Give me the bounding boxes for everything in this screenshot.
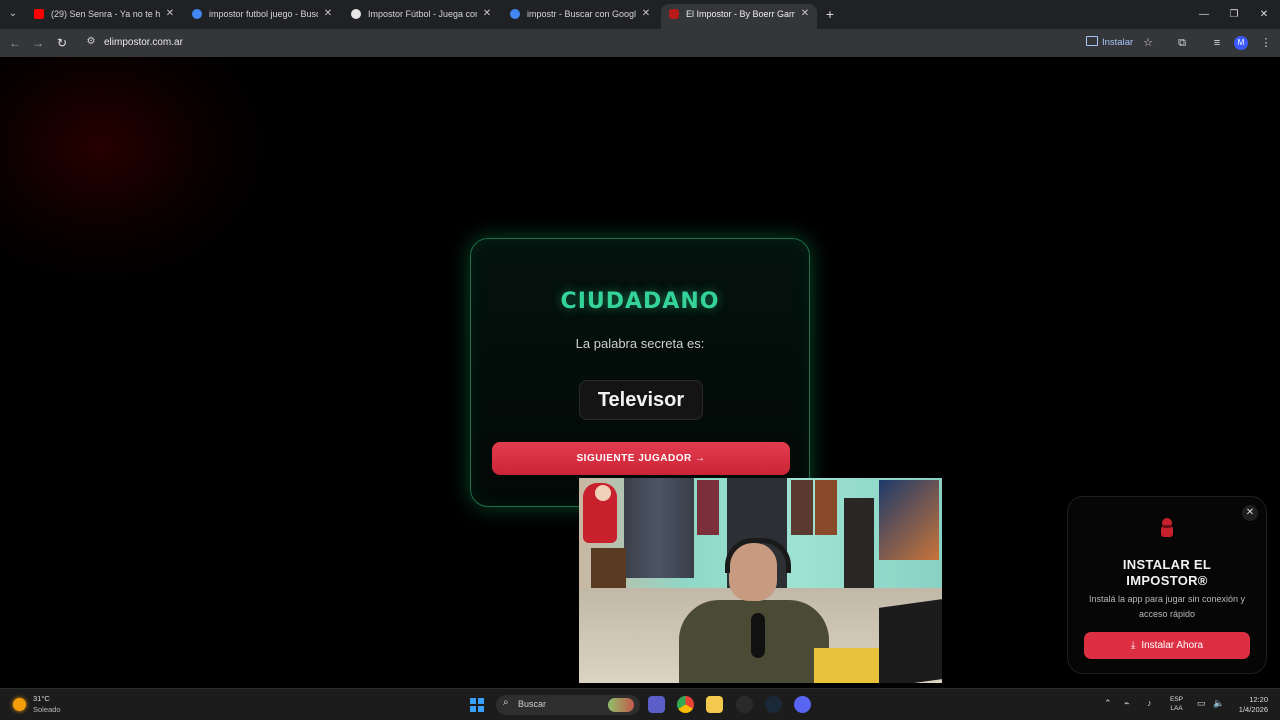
teams-icon[interactable] (648, 696, 665, 713)
taskbar-search[interactable]: ⌕ Buscar (496, 695, 640, 715)
close-tab-icon[interactable]: ✕ (640, 4, 652, 24)
weather-temperature[interactable]: 31°C (33, 694, 50, 703)
webcam-overlay (579, 478, 942, 683)
chrome-icon[interactable] (677, 696, 694, 713)
tab-el-impostor[interactable]: El Impostor - By Boerr Games ✕ (661, 4, 817, 29)
tab-title: El Impostor - By Boerr Games (686, 9, 795, 19)
browser-toolbar: ← → ↻ ⚙ elimpostor.com.ar Instalar ☆ ⧉ ≡… (0, 29, 1280, 57)
tab-google-search-1[interactable]: impostor futbol juego - Buscar ✕ (184, 4, 340, 29)
install-monitor-icon (1086, 36, 1098, 46)
google-icon (510, 9, 520, 19)
install-now-button[interactable]: ⤓ Instalar Ahora (1084, 632, 1250, 659)
cam-chair (591, 548, 626, 588)
impostor-logo-icon (1161, 518, 1173, 537)
tab-impostor-futbol[interactable]: Impostor Fútbol - Juega con ar ✕ (343, 4, 499, 29)
tab-title: impostor futbol juego - Buscar (209, 9, 318, 19)
search-highlight-image (608, 698, 634, 712)
lang-layout: LAA (1170, 705, 1183, 712)
restore-icon[interactable]: ❐ (1218, 0, 1250, 29)
site-info-icon[interactable]: ⚙ (84, 35, 98, 49)
clock-time: 12:20 (1249, 695, 1268, 704)
tab-title: impostr - Buscar con Google (527, 9, 636, 19)
new-tab-icon[interactable]: + (822, 4, 838, 24)
profile-avatar[interactable]: M (1234, 36, 1248, 50)
install-label: Instalar (1102, 37, 1134, 48)
popup-description: Instalá la app para jugar sin conexión y… (1088, 594, 1246, 619)
popup-title-line2: IMPOSTOR® (1126, 573, 1208, 588)
close-tab-icon[interactable]: ✕ (799, 4, 811, 24)
forward-icon[interactable]: → (29, 34, 47, 52)
cam-curtain (624, 478, 694, 578)
obs-icon[interactable] (736, 696, 753, 713)
minimize-icon[interactable]: — (1188, 0, 1220, 29)
close-tab-icon[interactable]: ✕ (322, 4, 334, 24)
volume-icon[interactable]: 🔈 (1213, 698, 1224, 709)
cam-poster (815, 480, 837, 535)
cam-monitor (879, 598, 942, 683)
extensions-icon[interactable]: ⧉ (1173, 34, 1191, 52)
windows-taskbar: 31°C Soleado ⌕ Buscar ⌃ ⌁ ♪ ESP LAA ▭ 🔈 … (0, 688, 1280, 720)
next-player-button[interactable]: SIGUIENTE JUGADOR → (492, 442, 790, 475)
search-icon: ⌕ (503, 697, 509, 708)
file-explorer-icon[interactable] (706, 696, 723, 713)
close-window-icon[interactable]: ✕ (1248, 0, 1280, 29)
cam-microphone (751, 613, 765, 658)
google-icon (192, 9, 202, 19)
sun-icon[interactable] (13, 698, 26, 711)
display-icon[interactable]: ▭ (1197, 698, 1206, 709)
role-title: CIUDADANO (560, 289, 720, 314)
cam-poster (879, 480, 939, 560)
cam-poster (791, 480, 813, 535)
secret-word-label: La palabra secreta es: (575, 336, 705, 351)
weather-description[interactable]: Soleado (33, 705, 61, 714)
impostor-icon (669, 9, 679, 19)
tab-youtube[interactable]: (29) Sen Senra - Ya no te hago f ✕ (26, 4, 182, 29)
youtube-icon (34, 9, 44, 19)
tab-title: Impostor Fútbol - Juega con ar (368, 9, 477, 19)
menu-kebab-icon[interactable]: ⋮ (1257, 34, 1275, 52)
steam-icon[interactable] (765, 696, 782, 713)
reload-icon[interactable]: ↻ (53, 34, 71, 52)
close-tab-icon[interactable]: ✕ (481, 4, 493, 24)
close-tab-icon[interactable]: ✕ (164, 4, 176, 24)
popup-title-line1: INSTALAR EL (1122, 557, 1212, 572)
popup-title: INSTALAR EL IMPOSTOR® (1078, 557, 1256, 589)
cam-doorway (844, 498, 874, 588)
bookmark-star-icon[interactable]: ☆ (1139, 34, 1157, 52)
tab-search-chevron-icon[interactable]: ⌄ (4, 5, 22, 23)
discord-icon[interactable] (794, 696, 811, 713)
media-control-icon[interactable]: ≡ (1208, 34, 1226, 52)
tray-chevron-icon[interactable]: ⌃ (1104, 698, 1112, 709)
back-icon[interactable]: ← (6, 34, 24, 52)
site-icon (351, 9, 361, 19)
tab-strip: ⌄ (29) Sen Senra - Ya no te hago f ✕ imp… (0, 0, 1280, 29)
download-icon: ⤓ (1130, 640, 1136, 651)
system-clock[interactable]: 12:20 1/4/2026 (1232, 695, 1268, 715)
background-glow (0, 57, 260, 277)
role-card: CIUDADANO La palabra secreta es: Televis… (470, 238, 810, 507)
network-icon[interactable]: ⌁ (1124, 698, 1129, 709)
install-popup: ✕ INSTALAR EL IMPOSTOR® Instalá la app p… (1067, 496, 1267, 674)
secret-word: Televisor (579, 380, 703, 420)
windows-start-icon[interactable] (470, 698, 484, 712)
language-indicator[interactable]: ESP LAA (1170, 695, 1183, 713)
page-content: CIUDADANO La palabra secreta es: Televis… (0, 57, 1280, 688)
tab-google-search-2[interactable]: impostr - Buscar con Google ✕ (502, 4, 658, 29)
microphone-icon[interactable]: ♪ (1147, 698, 1152, 708)
install-app-button[interactable]: Instalar (1082, 34, 1139, 52)
url-text[interactable]: elimpostor.com.ar (104, 32, 183, 54)
install-now-label: Instalar Ahora (1141, 640, 1204, 651)
tab-title: (29) Sen Senra - Ya no te hago f (51, 9, 160, 19)
cam-santa-figure (583, 483, 617, 543)
clock-date: 1/4/2026 (1238, 705, 1268, 714)
address-bar[interactable]: ⚙ elimpostor.com.ar (80, 32, 1080, 54)
lang-code: ESP (1170, 696, 1184, 703)
search-placeholder: Buscar (518, 699, 547, 709)
cam-poster (697, 480, 719, 535)
close-icon[interactable]: ✕ (1242, 505, 1258, 521)
